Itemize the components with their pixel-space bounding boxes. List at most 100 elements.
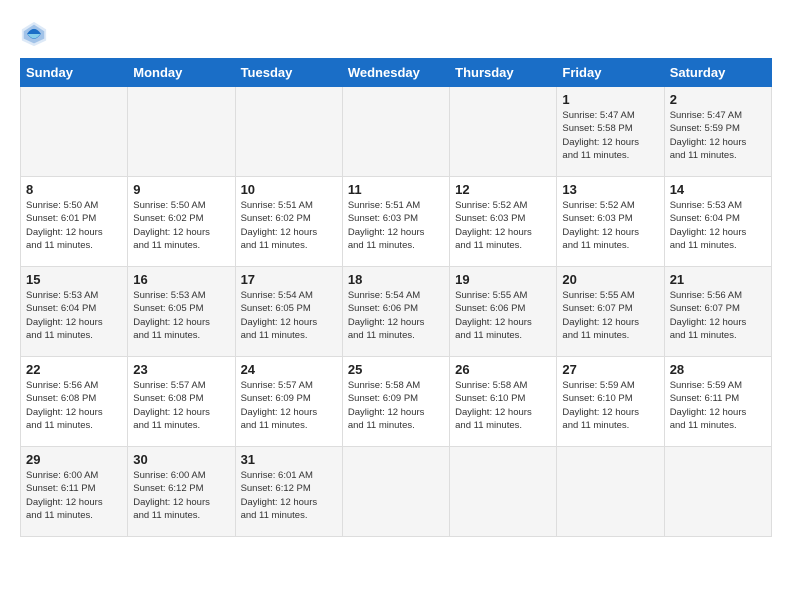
calendar-week-row: 8 Sunrise: 5:50 AMSunset: 6:01 PMDaylight…	[21, 177, 772, 267]
calendar-cell: 23 Sunrise: 5:57 AMSunset: 6:08 PMDayligh…	[128, 357, 235, 447]
day-number: 30	[133, 452, 229, 467]
header-sunday: Sunday	[21, 59, 128, 87]
calendar-cell	[21, 87, 128, 177]
calendar-cell: 31 Sunrise: 6:01 AMSunset: 6:12 PMDayligh…	[235, 447, 342, 537]
calendar-week-row: 15 Sunrise: 5:53 AMSunset: 6:04 PMDayligh…	[21, 267, 772, 357]
day-info: Sunrise: 5:52 AMSunset: 6:03 PMDaylight:…	[562, 199, 658, 252]
day-info: Sunrise: 5:54 AMSunset: 6:06 PMDaylight:…	[348, 289, 444, 342]
day-info: Sunrise: 5:58 AMSunset: 6:10 PMDaylight:…	[455, 379, 551, 432]
calendar-cell	[450, 447, 557, 537]
calendar-cell	[450, 87, 557, 177]
day-number: 16	[133, 272, 229, 287]
day-info: Sunrise: 5:55 AMSunset: 6:07 PMDaylight:…	[562, 289, 658, 342]
calendar-week-row: 1 Sunrise: 5:47 AMSunset: 5:58 PMDaylight…	[21, 87, 772, 177]
day-info: Sunrise: 5:50 AMSunset: 6:01 PMDaylight:…	[26, 199, 122, 252]
calendar-cell	[128, 87, 235, 177]
day-number: 17	[241, 272, 337, 287]
day-info: Sunrise: 5:53 AMSunset: 6:04 PMDaylight:…	[26, 289, 122, 342]
calendar-week-row: 22 Sunrise: 5:56 AMSunset: 6:08 PMDayligh…	[21, 357, 772, 447]
calendar-cell: 19 Sunrise: 5:55 AMSunset: 6:06 PMDayligh…	[450, 267, 557, 357]
day-info: Sunrise: 5:56 AMSunset: 6:07 PMDaylight:…	[670, 289, 766, 342]
day-info: Sunrise: 5:54 AMSunset: 6:05 PMDaylight:…	[241, 289, 337, 342]
day-number: 9	[133, 182, 229, 197]
day-number: 22	[26, 362, 122, 377]
day-number: 10	[241, 182, 337, 197]
day-info: Sunrise: 5:50 AMSunset: 6:02 PMDaylight:…	[133, 199, 229, 252]
calendar-cell	[235, 87, 342, 177]
day-number: 25	[348, 362, 444, 377]
day-number: 14	[670, 182, 766, 197]
calendar-cell: 28 Sunrise: 5:59 AMSunset: 6:11 PMDayligh…	[664, 357, 771, 447]
calendar-cell: 2 Sunrise: 5:47 AMSunset: 5:59 PMDaylight…	[664, 87, 771, 177]
calendar-cell: 13 Sunrise: 5:52 AMSunset: 6:03 PMDayligh…	[557, 177, 664, 267]
calendar-cell: 15 Sunrise: 5:53 AMSunset: 6:04 PMDayligh…	[21, 267, 128, 357]
day-number: 23	[133, 362, 229, 377]
day-info: Sunrise: 5:59 AMSunset: 6:10 PMDaylight:…	[562, 379, 658, 432]
calendar-cell: 29 Sunrise: 6:00 AMSunset: 6:11 PMDayligh…	[21, 447, 128, 537]
calendar-cell: 26Sunrise: 5:58 AMSunset: 6:10 PMDayligh…	[450, 357, 557, 447]
day-info: Sunrise: 6:01 AMSunset: 6:12 PMDaylight:…	[241, 469, 337, 522]
day-info: Sunrise: 5:58 AMSunset: 6:09 PMDaylight:…	[348, 379, 444, 432]
calendar-cell: 14 Sunrise: 5:53 AMSunset: 6:04 PMDayligh…	[664, 177, 771, 267]
calendar-table: SundayMondayTuesdayWednesdayThursdayFrid…	[20, 58, 772, 537]
day-info: Sunrise: 5:57 AMSunset: 6:09 PMDaylight:…	[241, 379, 337, 432]
calendar-cell	[557, 447, 664, 537]
calendar-cell: 11 Sunrise: 5:51 AMSunset: 6:03 PMDayligh…	[342, 177, 449, 267]
day-info: Sunrise: 5:55 AMSunset: 6:06 PMDaylight:…	[455, 289, 551, 342]
calendar-cell: 9 Sunrise: 5:50 AMSunset: 6:02 PMDaylight…	[128, 177, 235, 267]
header-saturday: Saturday	[664, 59, 771, 87]
calendar-cell: 21 Sunrise: 5:56 AMSunset: 6:07 PMDayligh…	[664, 267, 771, 357]
header-friday: Friday	[557, 59, 664, 87]
day-info: Sunrise: 5:47 AMSunset: 5:58 PMDaylight:…	[562, 109, 658, 162]
day-number: 13	[562, 182, 658, 197]
calendar-cell: 1 Sunrise: 5:47 AMSunset: 5:58 PMDaylight…	[557, 87, 664, 177]
day-info: Sunrise: 5:52 AMSunset: 6:03 PMDaylight:…	[455, 199, 551, 252]
day-number: 11	[348, 182, 444, 197]
day-number: 2	[670, 92, 766, 107]
day-info: Sunrise: 5:56 AMSunset: 6:08 PMDaylight:…	[26, 379, 122, 432]
day-number: 29	[26, 452, 122, 467]
day-info: Sunrise: 5:57 AMSunset: 6:08 PMDaylight:…	[133, 379, 229, 432]
calendar-cell: 22 Sunrise: 5:56 AMSunset: 6:08 PMDayligh…	[21, 357, 128, 447]
day-number: 15	[26, 272, 122, 287]
day-number: 27	[562, 362, 658, 377]
header-thursday: Thursday	[450, 59, 557, 87]
calendar-cell: 30Sunrise: 6:00 AMSunset: 6:12 PMDayligh…	[128, 447, 235, 537]
calendar-cell: 17 Sunrise: 5:54 AMSunset: 6:05 PMDayligh…	[235, 267, 342, 357]
calendar-cell: 8 Sunrise: 5:50 AMSunset: 6:01 PMDaylight…	[21, 177, 128, 267]
day-number: 19	[455, 272, 551, 287]
day-info: Sunrise: 6:00 AMSunset: 6:11 PMDaylight:…	[26, 469, 122, 522]
calendar-cell: 18 Sunrise: 5:54 AMSunset: 6:06 PMDayligh…	[342, 267, 449, 357]
calendar-cell	[342, 447, 449, 537]
day-info: Sunrise: 5:59 AMSunset: 6:11 PMDaylight:…	[670, 379, 766, 432]
header-wednesday: Wednesday	[342, 59, 449, 87]
day-info: Sunrise: 5:53 AMSunset: 6:05 PMDaylight:…	[133, 289, 229, 342]
day-info: Sunrise: 5:51 AMSunset: 6:03 PMDaylight:…	[348, 199, 444, 252]
page-header	[20, 20, 772, 48]
day-info: Sunrise: 5:47 AMSunset: 5:59 PMDaylight:…	[670, 109, 766, 162]
calendar-cell: 25 Sunrise: 5:58 AMSunset: 6:09 PMDayligh…	[342, 357, 449, 447]
day-number: 18	[348, 272, 444, 287]
day-number: 20	[562, 272, 658, 287]
day-info: Sunrise: 5:53 AMSunset: 6:04 PMDaylight:…	[670, 199, 766, 252]
calendar-cell	[342, 87, 449, 177]
calendar-cell	[664, 447, 771, 537]
header-tuesday: Tuesday	[235, 59, 342, 87]
logo-icon	[20, 20, 48, 48]
header-monday: Monday	[128, 59, 235, 87]
day-number: 24	[241, 362, 337, 377]
day-number: 28	[670, 362, 766, 377]
day-number: 31	[241, 452, 337, 467]
calendar-week-row: 29 Sunrise: 6:00 AMSunset: 6:11 PMDayligh…	[21, 447, 772, 537]
logo	[20, 20, 52, 48]
day-number: 21	[670, 272, 766, 287]
calendar-cell: 27 Sunrise: 5:59 AMSunset: 6:10 PMDayligh…	[557, 357, 664, 447]
day-number: 1	[562, 92, 658, 107]
calendar-cell: 20 Sunrise: 5:55 AMSunset: 6:07 PMDayligh…	[557, 267, 664, 357]
calendar-header-row: SundayMondayTuesdayWednesdayThursdayFrid…	[21, 59, 772, 87]
calendar-cell: 16 Sunrise: 5:53 AMSunset: 6:05 PMDayligh…	[128, 267, 235, 357]
calendar-cell: 10Sunrise: 5:51 AMSunset: 6:02 PMDayligh…	[235, 177, 342, 267]
day-number: 8	[26, 182, 122, 197]
calendar-cell: 24 Sunrise: 5:57 AMSunset: 6:09 PMDayligh…	[235, 357, 342, 447]
day-number: 12	[455, 182, 551, 197]
